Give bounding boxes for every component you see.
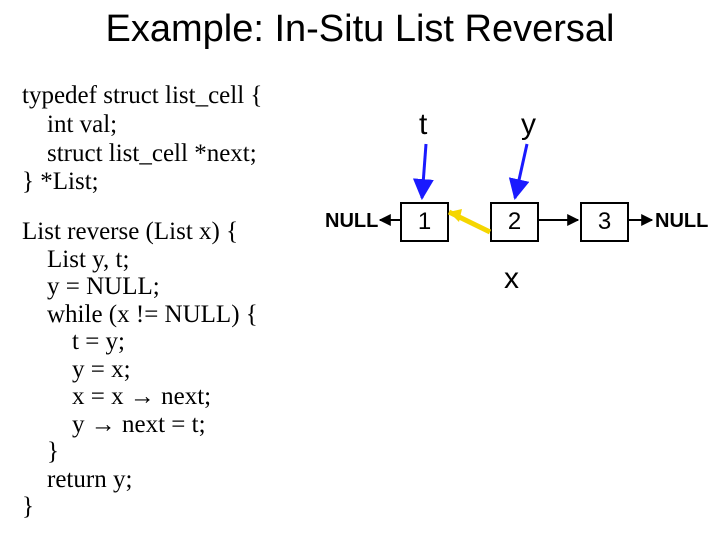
null-left: NULL (325, 210, 378, 233)
code-typedef: typedef struct list_cell { int val; stru… (22, 82, 262, 197)
code-reverse: List reverse (List x) { List y, t; y = N… (22, 218, 258, 521)
pointer-label-y: y (521, 108, 536, 142)
pointer-label-t: t (419, 108, 427, 142)
slide-title: Example: In-Situ List Reversal (0, 8, 720, 51)
pointer-label-x: x (504, 262, 519, 296)
null-right: NULL (655, 210, 708, 233)
list-node-2: 2 (490, 202, 539, 242)
list-node-1: 1 (400, 202, 449, 242)
list-node-3: 3 (580, 202, 629, 242)
